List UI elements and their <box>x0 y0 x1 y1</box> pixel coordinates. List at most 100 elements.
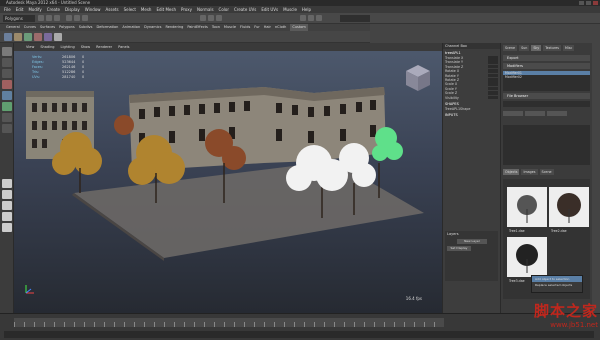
channel-attr-value[interactable] <box>488 78 498 82</box>
shelf-tab[interactable]: nCloth <box>275 24 286 31</box>
paint-select-icon[interactable] <box>2 69 12 78</box>
quick-search-input[interactable] <box>340 15 370 22</box>
browser-tab[interactable]: Images <box>521 169 538 175</box>
select-object-icon[interactable] <box>74 15 80 21</box>
menu-item[interactable]: Create UVs <box>234 6 256 13</box>
lasso-tool-icon[interactable] <box>2 58 12 67</box>
layout-graph-icon[interactable] <box>2 223 12 232</box>
scale-tool-icon[interactable] <box>2 102 12 111</box>
last-tool-icon[interactable] <box>2 124 12 133</box>
shelf-tab[interactable]: Toon <box>212 24 220 31</box>
shelf-tool-icon[interactable] <box>4 33 12 41</box>
shelf-tool-icon[interactable] <box>24 33 32 41</box>
browser-path-input[interactable] <box>503 101 590 107</box>
mode-selector[interactable]: Polygons <box>3 15 35 22</box>
snap-curve-icon[interactable] <box>208 15 214 21</box>
shelf-tab[interactable]: Custom <box>290 24 308 31</box>
browse-button[interactable] <box>503 111 523 116</box>
shelf-tab[interactable]: PaintEffects <box>187 24 208 31</box>
menu-item[interactable]: Edit UVs <box>261 6 278 13</box>
open-scene-icon[interactable] <box>46 15 52 21</box>
render-settings-icon[interactable] <box>316 15 322 21</box>
shelf-tab[interactable]: Dynamics <box>144 24 161 31</box>
modifier-item[interactable]: Modifier02 <box>503 75 590 79</box>
attribute-tab[interactable]: Scene <box>503 45 518 51</box>
channel-row[interactable]: Visibility <box>443 95 500 100</box>
export-section[interactable]: Export <box>503 55 590 61</box>
minimize-button[interactable] <box>579 1 584 5</box>
shelf-tool-icon[interactable] <box>14 33 22 41</box>
shelf-tab[interactable]: Curves <box>24 24 36 31</box>
shelf-tab[interactable]: Subdivs <box>79 24 93 31</box>
channel-attr-value[interactable] <box>488 56 498 60</box>
channel-attr-value[interactable] <box>488 91 498 95</box>
attribute-tab[interactable]: Sky <box>531 45 542 51</box>
new-scene-icon[interactable] <box>38 15 44 21</box>
layout-single-icon[interactable] <box>2 179 12 188</box>
save-scene-icon[interactable] <box>54 15 60 21</box>
shelf-tab[interactable]: General <box>6 24 20 31</box>
select-tool-icon[interactable] <box>2 47 12 56</box>
menu-item[interactable]: Select <box>124 6 136 13</box>
attribute-tab[interactable]: Sun <box>519 45 530 51</box>
snap-grid-icon[interactable] <box>200 15 206 21</box>
menu-item[interactable]: Mesh <box>141 6 152 13</box>
layout-side-icon[interactable] <box>2 201 12 210</box>
file-browser-section[interactable]: File Browser <box>503 93 590 99</box>
snap-point-icon[interactable] <box>216 15 222 21</box>
modifier-list[interactable]: Modifier01 Modifier02 <box>503 71 590 91</box>
shelf-tab[interactable]: Muscle <box>224 24 236 31</box>
browser-tab[interactable]: Scene <box>539 169 554 175</box>
maximize-button[interactable] <box>586 1 591 5</box>
new-layer-button[interactable]: New Layer <box>457 239 487 244</box>
close-button[interactable] <box>593 1 598 5</box>
thumbnail-tree1[interactable] <box>507 187 547 227</box>
thumbnail-tree3[interactable] <box>507 237 547 277</box>
shape-name[interactable]: TreeAPL1Shape <box>443 107 500 111</box>
shelf-tab[interactable]: Rendering <box>165 24 183 31</box>
menu-item[interactable]: Assets <box>106 6 119 13</box>
shelf-tab[interactable]: Hair <box>264 24 271 31</box>
shelf-tool-icon[interactable] <box>54 33 62 41</box>
attribute-tab[interactable]: Misc <box>562 45 575 51</box>
channel-attr-value[interactable] <box>488 60 498 64</box>
rotate-tool-icon[interactable] <box>2 91 12 100</box>
menu-item[interactable]: File <box>4 6 11 13</box>
shelf-tab[interactable]: Polygons <box>59 24 75 31</box>
layout-outliner-icon[interactable] <box>2 212 12 221</box>
menu-item[interactable]: Edit Mesh <box>156 6 176 13</box>
refresh-button[interactable] <box>525 111 545 116</box>
channel-attr-value[interactable] <box>488 69 498 73</box>
modifiers-section[interactable]: Modifiers <box>503 63 590 69</box>
menu-item[interactable]: Color <box>219 6 229 13</box>
file-list[interactable] <box>503 125 590 165</box>
menu-item[interactable]: Help <box>302 6 311 13</box>
menu-item[interactable]: Create <box>47 6 60 13</box>
set-display-button[interactable]: Set Display <box>447 246 471 251</box>
ipr-render-icon[interactable] <box>308 15 314 21</box>
shelf-tab[interactable]: Fluids <box>240 24 250 31</box>
select-hierarchy-icon[interactable] <box>66 15 72 21</box>
context-menu-item[interactable]: Replace selected objects <box>532 282 582 288</box>
menu-item[interactable]: Display <box>65 6 80 13</box>
menu-item[interactable]: Edit <box>16 6 24 13</box>
manipulator-icon[interactable] <box>2 113 12 122</box>
move-tool-icon[interactable] <box>2 80 12 89</box>
shelf-tab[interactable]: Fur <box>254 24 259 31</box>
channel-attr-value[interactable] <box>488 73 498 78</box>
attribute-tab[interactable]: Textures <box>543 45 561 51</box>
channel-attr-value[interactable] <box>488 64 498 69</box>
channel-attr-value[interactable] <box>488 95 498 100</box>
browser-tab[interactable]: Objects <box>503 169 520 175</box>
time-slider[interactable] <box>14 318 444 327</box>
thumbnail-tree2[interactable] <box>549 187 589 227</box>
menu-item[interactable]: Modify <box>28 6 41 13</box>
command-line[interactable] <box>4 331 594 338</box>
menu-item[interactable]: Normals <box>197 6 214 13</box>
menu-item[interactable]: Window <box>85 6 101 13</box>
render-icon[interactable] <box>300 15 306 21</box>
shelf-tool-icon[interactable] <box>44 33 52 41</box>
layout-four-icon[interactable] <box>2 190 12 199</box>
shelf-tab[interactable]: Deformation <box>96 24 118 31</box>
channel-attr-value[interactable] <box>488 86 498 91</box>
